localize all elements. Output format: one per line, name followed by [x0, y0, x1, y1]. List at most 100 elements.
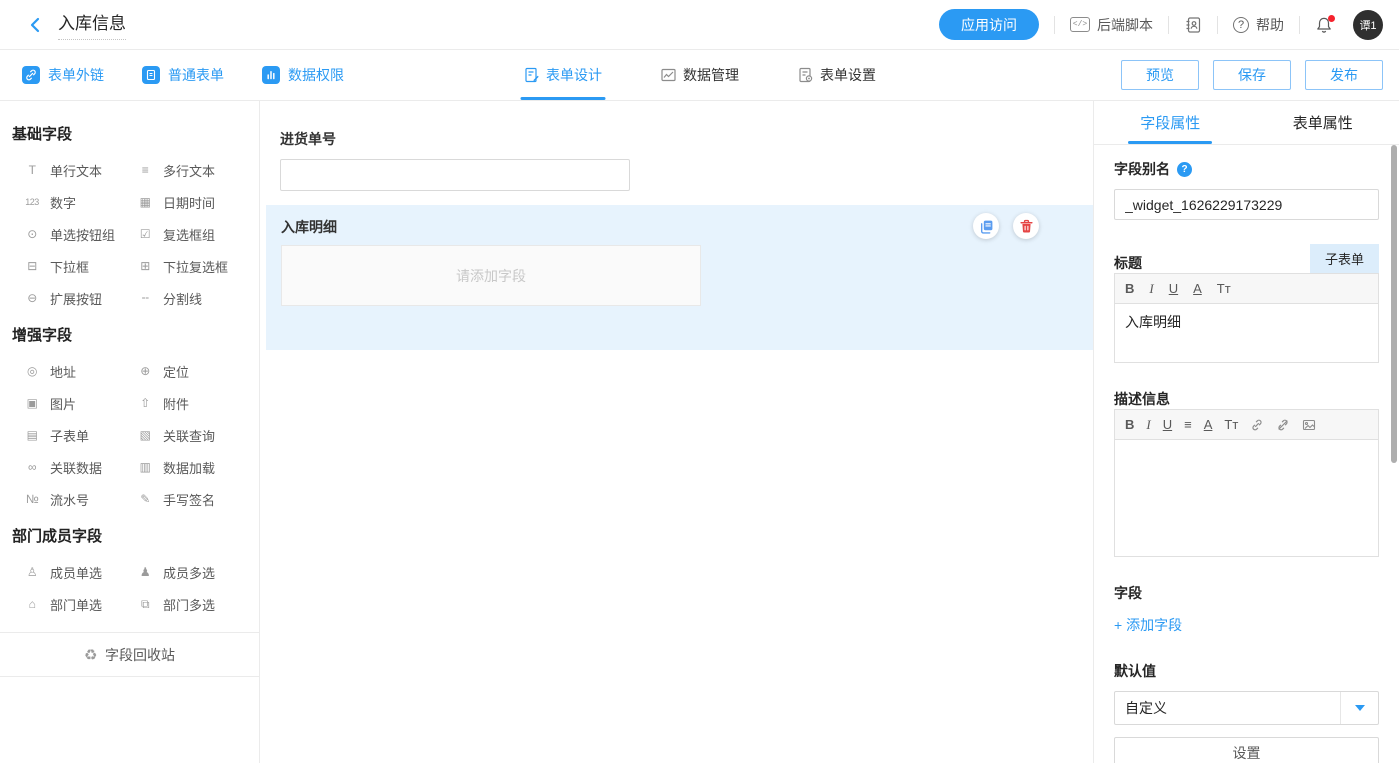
- add-field-link[interactable]: + 添加字段: [1114, 615, 1182, 635]
- field-recycle-bin-button[interactable]: ♻ 字段回收站: [0, 632, 259, 677]
- sidebar-item-location[interactable]: ⊕定位: [135, 355, 259, 387]
- contacts-button[interactable]: [1184, 16, 1202, 34]
- sidebar-item-dropdown-multi[interactable]: ⊞ 下拉复选框: [135, 250, 259, 282]
- tab-field-properties[interactable]: 字段属性: [1094, 101, 1247, 144]
- insert-link-icon[interactable]: [1250, 418, 1264, 432]
- save-button[interactable]: 保存: [1213, 60, 1291, 90]
- sidebar-item-member-multi[interactable]: ♟成员多选: [135, 556, 259, 588]
- help-button[interactable]: ? 帮助: [1233, 15, 1284, 35]
- underline-icon[interactable]: U: [1163, 418, 1172, 431]
- sidebar-item-image[interactable]: ▣图片: [22, 387, 135, 419]
- sidebar-item-attachment[interactable]: ⇧附件: [135, 387, 259, 419]
- tab-data-management[interactable]: 数据管理: [660, 50, 739, 100]
- sidebar-item-datetime[interactable]: ▦ 日期时间: [135, 186, 259, 218]
- sidebar-item-divider-line[interactable]: ╌分割线: [135, 282, 259, 314]
- trash-icon: [1019, 219, 1034, 234]
- notification-bell-icon[interactable]: [1315, 16, 1333, 34]
- sidebar-item-dropdown[interactable]: ⊟下拉框: [22, 250, 135, 282]
- alias-help-icon[interactable]: ?: [1177, 162, 1192, 177]
- italic-icon[interactable]: I: [1146, 418, 1150, 431]
- subform-dropzone[interactable]: 请添加字段: [281, 245, 701, 306]
- purchase-no-input[interactable]: [280, 159, 630, 191]
- bold-icon[interactable]: B: [1125, 418, 1134, 431]
- tab-form-settings[interactable]: 表单设置: [797, 50, 876, 100]
- back-button[interactable]: [26, 16, 44, 34]
- alias-input[interactable]: [1114, 189, 1379, 220]
- description-editor-content[interactable]: [1115, 440, 1378, 556]
- sidebar-item-multi-line-text[interactable]: ≡多行文本: [135, 154, 259, 186]
- insert-image-icon[interactable]: [1302, 418, 1316, 432]
- sidebar-item-dept-single[interactable]: ⌂部门单选: [22, 588, 135, 620]
- font-color-icon[interactable]: A: [1193, 282, 1202, 295]
- font-size-icon[interactable]: Tᴛ: [1224, 418, 1238, 431]
- sidebar-item-number[interactable]: 123数字: [22, 186, 135, 218]
- sidebar-item-linked-data[interactable]: ∞关联数据: [22, 451, 135, 483]
- sidebar-item-label: 成员单选: [50, 563, 102, 582]
- sidebar-item-member-single[interactable]: ♙ 成员单选: [22, 556, 135, 588]
- divider: [1299, 16, 1300, 34]
- widget-type-tag: 子表单: [1310, 244, 1379, 273]
- single-line-text-icon: T: [22, 163, 42, 177]
- form-design-icon: [523, 67, 539, 83]
- description-label: 描述信息: [1114, 389, 1379, 409]
- tab-form-properties[interactable]: 表单属性: [1247, 101, 1399, 144]
- sidebar-item-address[interactable]: ◎地址: [22, 355, 135, 387]
- top-header: 入库信息 应用访问 </> 后端脚本 ? 帮助: [0, 0, 1399, 50]
- chevron-down-icon: [1355, 705, 1365, 711]
- description-editor: B I U ≡ A Tᴛ: [1114, 409, 1379, 557]
- title-label: 标题: [1114, 253, 1142, 273]
- form-external-link-button[interactable]: 表单外链: [22, 65, 104, 85]
- dropdown-multi-icon: ⊞: [135, 259, 155, 273]
- sidebar-item-serial-number[interactable]: №流水号: [22, 483, 135, 515]
- preview-button[interactable]: 预览: [1121, 60, 1199, 90]
- italic-icon[interactable]: I: [1149, 282, 1153, 295]
- sidebar-item-dept-multi[interactable]: ⧉部门多选: [135, 588, 259, 620]
- divider-line-icon: ╌: [135, 291, 155, 305]
- sidebar-item-label: 日期时间: [163, 193, 215, 212]
- data-load-icon: ▥: [135, 460, 155, 474]
- enhanced-fields-grid: ◎地址 ⊕定位 ▣图片 ⇧附件 ▤子表单 ▧关联查询 ∞关联数据 ▥数据加载 №…: [22, 355, 259, 515]
- person-icon: ♙: [22, 565, 42, 579]
- bold-icon[interactable]: B: [1125, 282, 1134, 295]
- default-value-select[interactable]: 自定义: [1114, 691, 1379, 725]
- panel-scrollbar[interactable]: [1391, 145, 1397, 463]
- fields-section-label: 字段: [1114, 583, 1379, 603]
- form-canvas: 进货单号 入库明细 请添加字段: [260, 101, 1094, 763]
- user-avatar[interactable]: 谭1: [1353, 10, 1383, 40]
- sidebar-item-extend-button[interactable]: ⊖扩展按钮: [22, 282, 135, 314]
- sidebar-item-subform[interactable]: ▤子表单: [22, 419, 135, 451]
- normal-form-button[interactable]: 普通表单: [142, 65, 224, 85]
- sidebar-item-checkbox-group[interactable]: ☑复选框组: [135, 218, 259, 250]
- subform-icon: ▤: [22, 428, 42, 442]
- sidebar-item-label: 下拉复选框: [163, 257, 228, 276]
- subform-widget-selected[interactable]: 入库明细 请添加字段: [266, 205, 1093, 350]
- sidebar-item-single-line-text[interactable]: T单行文本: [22, 154, 135, 186]
- tab-form-design[interactable]: 表单设计: [523, 50, 602, 100]
- settings-button[interactable]: 设置: [1114, 737, 1379, 763]
- align-icon[interactable]: ≡: [1184, 418, 1192, 431]
- title-editor-content[interactable]: 入库明细: [1115, 304, 1378, 362]
- copy-widget-button[interactable]: [973, 213, 999, 239]
- section-title-enhanced-fields: 增强字段: [12, 324, 259, 345]
- font-size-icon[interactable]: Tᴛ: [1217, 282, 1231, 295]
- publish-button[interactable]: 发布: [1305, 60, 1383, 90]
- sidebar-item-label: 部门单选: [50, 595, 102, 614]
- calendar-icon: ▦: [135, 195, 155, 209]
- location-pin-icon: ◎: [22, 364, 42, 378]
- sidebar-item-linked-query[interactable]: ▧关联查询: [135, 419, 259, 451]
- dept-member-fields-grid: ♙ 成员单选 ♟成员多选 ⌂部门单选 ⧉部门多选: [22, 556, 259, 620]
- linked-data-icon: ∞: [22, 460, 42, 474]
- app-access-button[interactable]: 应用访问: [939, 9, 1039, 40]
- remove-link-icon[interactable]: [1276, 418, 1290, 432]
- font-color-icon[interactable]: A: [1204, 418, 1213, 431]
- image-icon: ▣: [22, 396, 42, 410]
- data-permission-button[interactable]: 数据权限: [262, 65, 344, 85]
- sidebar-item-signature[interactable]: ✎手写签名: [135, 483, 259, 515]
- checkbox-icon: ☑: [135, 227, 155, 241]
- page-title[interactable]: 入库信息: [58, 9, 126, 40]
- underline-icon[interactable]: U: [1169, 282, 1178, 295]
- backend-script-button[interactable]: </> 后端脚本: [1070, 15, 1153, 35]
- delete-widget-button[interactable]: [1013, 213, 1039, 239]
- sidebar-item-radio-group[interactable]: ⊙单选按钮组: [22, 218, 135, 250]
- sidebar-item-data-load[interactable]: ▥数据加载: [135, 451, 259, 483]
